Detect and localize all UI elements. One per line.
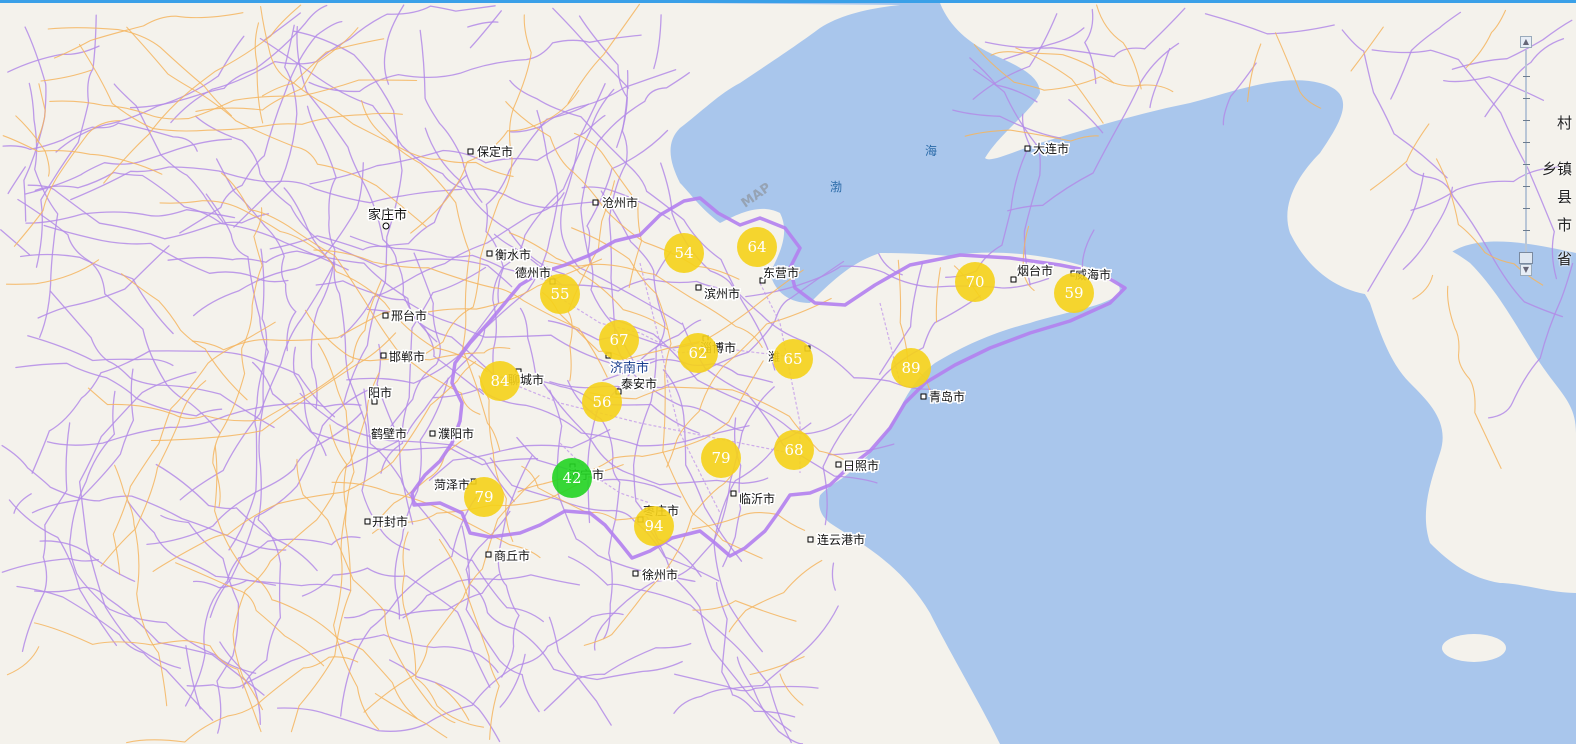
cluster-count-label[interactable]: 42 (562, 469, 581, 487)
city-label-dezhou: 德州市 (515, 265, 551, 280)
zoom-level-county[interactable]: 县 (1557, 186, 1572, 207)
city-label-shangqiu: 商丘市 (494, 548, 530, 563)
city-label-binzhou: 滨州市 (704, 286, 740, 301)
city-label-jinan: 济南市 (610, 360, 649, 376)
city-label-hebi: 鹤壁市 (371, 426, 407, 441)
city-label-cangzhou: 沧州市 (602, 195, 638, 210)
cluster-count-label[interactable]: 79 (474, 488, 493, 506)
zoom-tick (1523, 208, 1530, 209)
cluster-count-label[interactable]: 56 (592, 393, 611, 411)
city-label-linyi: 临沂市 (739, 491, 775, 506)
cluster-count-label[interactable]: 79 (711, 449, 730, 467)
city-label-dongying: 东营市 (763, 265, 799, 280)
cluster-count-label[interactable]: 55 (550, 285, 569, 303)
zoom-level-labels: 村 乡镇 县 市 省 (1540, 112, 1574, 272)
cluster-count-label[interactable]: 67 (609, 331, 628, 349)
city-label-baoding: 保定市 (477, 144, 513, 159)
cluster-count-label[interactable]: 70 (965, 273, 984, 291)
city-label-anyang: 阳市 (368, 385, 392, 400)
zoom-out-icon[interactable]: ▼ (1520, 264, 1532, 276)
cluster-count-label[interactable]: 94 (644, 517, 663, 535)
city-label-handan: 邯郸市 (389, 349, 425, 364)
city-label-shijiazhuang: 家庄市 (368, 207, 407, 223)
cluster-count-label[interactable]: 62 (688, 344, 707, 362)
city-label-heze: 菏泽市 (434, 477, 470, 492)
cluster-count-label[interactable]: 89 (901, 359, 920, 377)
sea-label-hai: 海 (925, 143, 937, 158)
zoom-slider-track[interactable] (1525, 50, 1527, 270)
map-canvas[interactable]: 海 渤 MAP 保定市 沧州市 家庄市 衡水市 德州市 邢台市 邯郸市 阳市 鹤… (0, 3, 1576, 744)
city-label-taian: 泰安市 (621, 376, 657, 391)
zoom-tick (1523, 76, 1530, 77)
cluster-count-label[interactable]: 54 (674, 244, 693, 262)
cluster-count-label[interactable]: 84 (490, 372, 509, 390)
zoom-level-province[interactable]: 省 (1557, 248, 1572, 269)
zoom-tick (1523, 142, 1530, 143)
zoom-tick (1523, 186, 1530, 187)
zoom-in-icon[interactable]: ▲ (1520, 36, 1532, 48)
cluster-count-label[interactable]: 64 (747, 238, 766, 256)
jeju-island (1442, 634, 1506, 662)
city-label-qingdao: 青岛市 (929, 389, 965, 404)
cluster-count-label[interactable]: 59 (1064, 284, 1083, 302)
city-label-xingtai: 邢台市 (391, 308, 427, 323)
zoom-tick (1523, 98, 1530, 99)
city-label-puyang: 濮阳市 (438, 426, 474, 441)
cluster-count-label[interactable]: 68 (784, 441, 803, 459)
sea-label-bo: 渤 (830, 180, 842, 194)
city-label-rizhao: 日照市 (843, 458, 879, 473)
city-label-xuzhou: 徐州市 (642, 567, 678, 582)
zoom-level-township[interactable]: 乡镇 (1542, 158, 1572, 179)
zoom-slider-handle[interactable] (1519, 252, 1533, 264)
zoom-level-city[interactable]: 市 (1557, 214, 1572, 235)
city-label-yantai: 烟台市 (1017, 263, 1053, 278)
zoom-control[interactable]: ▲ ▼ (1518, 36, 1534, 276)
zoom-tick (1523, 164, 1530, 165)
zoom-tick (1523, 120, 1530, 121)
cluster-count-label[interactable]: 65 (783, 350, 802, 368)
city-label-dalian: 大连市 (1033, 141, 1069, 156)
city-label-kaifeng: 开封市 (372, 514, 408, 529)
city-label-hengshui: 衡水市 (495, 247, 531, 262)
city-label-lianyungang: 连云港市 (817, 532, 865, 547)
zoom-tick (1523, 230, 1530, 231)
zoom-level-village[interactable]: 村 (1557, 112, 1572, 133)
